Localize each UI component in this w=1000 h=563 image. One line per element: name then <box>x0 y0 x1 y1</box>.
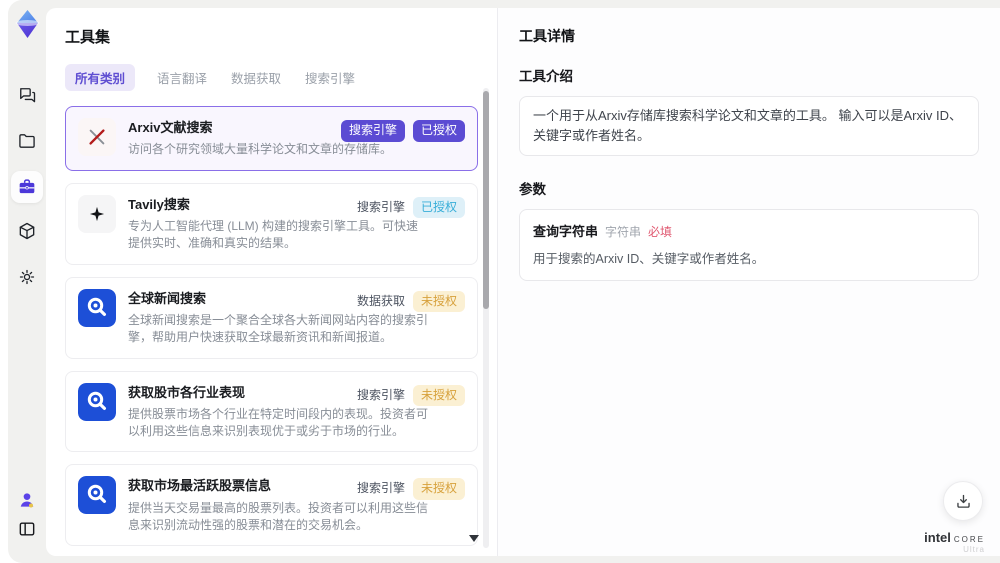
tool-description: 全球新闻搜索是一个聚合全球各大新闻网站内容的搜索引擎，帮助用户快速获取全球最新资… <box>128 312 429 345</box>
page-title: 工具集 <box>65 29 111 46</box>
tool-badges: 搜索引擎 已授权 <box>356 196 465 219</box>
cube-icon <box>19 222 35 240</box>
left-rail <box>8 0 46 563</box>
tool-detail-panel: 工具详情 工具介绍 一个用于从Arxiv存储库搜索科学论文和文章的工具。 输入可… <box>497 8 1000 556</box>
tools-nav-button[interactable] <box>16 176 38 198</box>
chat-icon <box>20 88 36 103</box>
tool-list-panel: 工具集 所有类别 语言翻译 数据获取 搜索引擎 Arxiv文献搜索 访问各个研究领域大量… <box>46 8 497 556</box>
tool-card[interactable]: 全球新闻搜索 全球新闻搜索是一个聚合全球各大新闻网站内容的搜索引擎，帮助用户快速获… <box>65 276 478 359</box>
tool-description: 访问各个研究领域大量科学论文和文章的存储库。 <box>128 142 393 157</box>
download-button[interactable] <box>943 481 983 521</box>
packages-nav-button[interactable] <box>16 220 38 242</box>
category-badge: 搜索引擎 <box>356 199 405 214</box>
category-badge: 数据获取 <box>356 293 405 308</box>
tool-badges: 搜索引擎 未授权 <box>356 478 465 501</box>
param-type: 字符串 <box>605 225 642 240</box>
app-logo-icon <box>14 9 41 40</box>
tool-badges: 搜索引擎 未授权 <box>356 384 465 407</box>
category-tabs: 所有类别 语言翻译 数据获取 搜索引擎 <box>65 64 497 91</box>
tab-data-fetch[interactable]: 数据获取 <box>229 64 283 91</box>
account-button[interactable] <box>16 489 38 511</box>
tab-search-engine[interactable]: 搜索引擎 <box>303 64 357 91</box>
tool-description: 提供当天交易量最高的股票列表。投资者可以利用这些信息来识别流动性强的股票和潜在的… <box>128 500 429 533</box>
category-badge: 搜索引擎 <box>356 387 405 402</box>
intel-core-logo: intel core Ultra <box>924 529 985 555</box>
auth-status-badge: 未授权 <box>412 290 465 313</box>
list-scrollbar-thumb[interactable] <box>483 91 489 309</box>
settings-nav-button[interactable] <box>16 266 38 288</box>
tool-description: 提供股票市场各个行业在特定时间段内的表现。投资者可以利用这些信息来识别表现优于或… <box>128 406 429 439</box>
user-avatar-icon <box>20 493 34 508</box>
tool-card[interactable]: 获取市场最活跃股票信息 提供当天交易量最高的股票列表。投资者可以利用这些信息来识别… <box>65 464 478 547</box>
tool-badges: 搜索引擎 已授权 <box>340 120 465 142</box>
tab-language-translation[interactable]: 语言翻译 <box>155 64 209 91</box>
search-blue-icon <box>78 382 116 421</box>
briefcase-icon <box>19 179 35 194</box>
ultra-wordmark: Ultra <box>963 545 985 555</box>
list-scrollbar[interactable] <box>483 88 489 548</box>
param-required-badge: 必填 <box>648 225 673 240</box>
tool-list: Arxiv文献搜索 访问各个研究领域大量科学论文和文章的存储库。 搜索引擎 已授权 Ta… <box>65 106 478 556</box>
tool-badges: 数据获取 未授权 <box>356 290 465 313</box>
auth-status-badge: 未授权 <box>412 384 465 407</box>
core-wordmark: core <box>953 532 985 545</box>
intel-wordmark: intel <box>924 529 951 545</box>
auth-status-badge: 已授权 <box>412 196 465 219</box>
param-card: 查询字符串 字符串 必填 用于搜索的Arxiv ID、关键字或作者姓名。 <box>519 209 979 282</box>
scroll-down-indicator[interactable] <box>469 535 479 542</box>
intro-heading: 工具介绍 <box>519 69 573 84</box>
params-heading: 参数 <box>519 182 546 198</box>
chat-nav-button[interactable] <box>16 84 38 106</box>
param-description: 用于搜索的Arxiv ID、关键字或作者姓名。 <box>533 252 765 267</box>
tool-card[interactable]: 获取股市各行业表现 提供股票市场各个行业在特定时间段内的表现。投资者可以利用这些信… <box>65 370 478 453</box>
main-content: 工具集 所有类别 语言翻译 数据获取 搜索引擎 Arxiv文献搜索 访问各个研究领域大量… <box>46 8 1000 556</box>
search-blue-icon <box>78 476 116 515</box>
collapse-sidebar-button[interactable] <box>16 518 38 540</box>
tool-card[interactable]: Arxiv文献搜索 访问各个研究领域大量科学论文和文章的存储库。 搜索引擎 已授权 <box>65 106 478 171</box>
tool-card[interactable]: Tavily搜索 专为人工智能代理 (LLM) 构建的搜索引擎工具。可快速提供实时… <box>65 182 478 265</box>
download-icon <box>956 494 970 508</box>
files-nav-button[interactable] <box>16 130 38 152</box>
param-name: 查询字符串 <box>533 224 599 240</box>
detail-title: 工具详情 <box>519 28 575 44</box>
auth-status-badge: 已授权 <box>412 120 465 142</box>
arxiv-icon <box>78 118 116 156</box>
tab-all-categories[interactable]: 所有类别 <box>65 64 136 91</box>
folder-icon <box>19 134 35 148</box>
panel-layout-icon <box>19 522 35 536</box>
category-badge: 搜索引擎 <box>356 481 405 496</box>
gear-icon <box>19 269 35 285</box>
auth-status-badge: 未授权 <box>412 478 465 501</box>
category-badge: 搜索引擎 <box>340 120 405 142</box>
tool-description: 专为人工智能代理 (LLM) 构建的搜索引擎工具。可快速提供实时、准确和真实的结… <box>128 218 419 251</box>
intro-text: 一个用于从Arxiv存储库搜索科学论文和文章的工具。 输入可以是Arxiv ID… <box>519 96 979 157</box>
search-blue-icon <box>78 288 116 327</box>
sparkle-icon <box>78 194 116 233</box>
param-header: 查询字符串 字符串 必填 <box>533 221 965 241</box>
